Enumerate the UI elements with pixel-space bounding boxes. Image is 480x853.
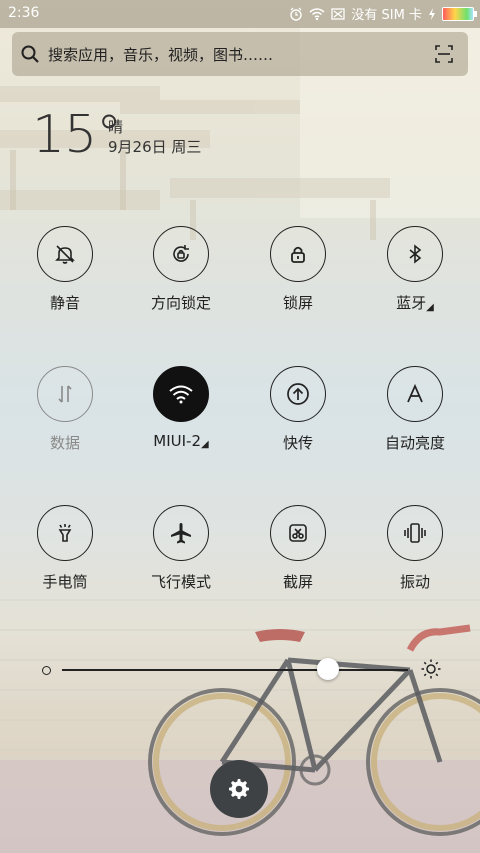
toggle-quick-transfer[interactable]: 快传 [243, 366, 353, 453]
toggle-bluetooth[interactable]: 蓝牙◢ [360, 226, 470, 313]
toggle-label: 振动 [399, 573, 430, 591]
search-bar[interactable]: 搜索应用，音乐，视频，图书…… [12, 32, 468, 76]
scan-icon[interactable] [434, 44, 454, 64]
toggle-airplane-mode[interactable]: 飞行模式 [126, 505, 236, 592]
toggle-label: 锁屏 [282, 294, 313, 312]
weather-condition: 晴 [108, 118, 124, 136]
rotation-lock-icon[interactable] [153, 226, 209, 282]
battery-icon [442, 6, 477, 21]
date-text: 9月26日 周三 [108, 138, 202, 156]
toggle-label: MIUI-2 [153, 432, 202, 450]
brightness-low-icon [42, 666, 51, 675]
toggle-label: 飞行模式 [150, 573, 211, 591]
toggle-rotation-lock[interactable]: 方向锁定 [126, 226, 236, 313]
expand-corner-icon: ◢ [426, 302, 434, 313]
toggle-lock-screen[interactable]: 锁屏 [243, 226, 353, 313]
charging-icon [428, 7, 436, 20]
vibrate-icon[interactable] [387, 505, 443, 561]
expand-corner-icon: ◢ [201, 439, 209, 450]
toggle-label: 自动亮度 [384, 434, 445, 452]
screenshot-icon[interactable] [270, 505, 326, 561]
status-time: 2:36 [8, 5, 40, 21]
toggle-label: 静音 [49, 294, 80, 312]
bluetooth-icon[interactable] [387, 226, 443, 282]
lock-icon[interactable] [270, 226, 326, 282]
toggle-label: 方向锁定 [150, 294, 211, 312]
wifi-icon[interactable] [153, 366, 209, 422]
toggle-label: 快传 [282, 434, 313, 452]
weather-widget[interactable]: 15° 晴 9月26日 周三 [32, 108, 201, 162]
toggle-vibrate[interactable]: 振动 [360, 505, 470, 592]
status-bar: 2:36 没有 SIM 卡 [0, 0, 480, 28]
settings-button[interactable] [210, 760, 268, 818]
upload-icon[interactable] [270, 366, 326, 422]
brightness-track[interactable] [62, 669, 408, 671]
silent-bell-icon[interactable] [37, 226, 93, 282]
toggle-label: 截屏 [282, 573, 313, 591]
search-icon [12, 44, 48, 64]
toggle-label: 数据 [49, 434, 80, 452]
airplane-icon[interactable] [153, 505, 209, 561]
gear-icon [227, 777, 251, 801]
toggle-silent[interactable]: 静音 [10, 226, 120, 313]
brightness-thumb[interactable] [317, 658, 340, 680]
toggle-label: 蓝牙 [396, 294, 427, 312]
auto-brightness-icon[interactable] [387, 366, 443, 422]
toggle-screenshot[interactable]: 截屏 [243, 505, 353, 592]
mobile-data-icon[interactable] [37, 366, 93, 422]
search-input[interactable]: 搜索应用，音乐，视频，图书…… [48, 44, 273, 65]
brightness-slider[interactable] [40, 652, 452, 688]
toggle-label: 手电筒 [42, 573, 88, 591]
flashlight-icon[interactable] [37, 505, 93, 561]
toggle-mobile-data[interactable]: 数据 [10, 366, 120, 453]
carrier-text: 没有 SIM 卡 [351, 8, 422, 23]
wifi-status-icon [309, 7, 325, 20]
toggle-flashlight[interactable]: 手电筒 [10, 505, 120, 592]
brightness-high-icon [420, 658, 442, 680]
alarm-icon [289, 7, 303, 21]
toggle-auto-brightness[interactable]: 自动亮度 [360, 366, 470, 453]
toggle-wifi[interactable]: MIUI-2◢ [126, 366, 236, 450]
no-sim-icon [331, 7, 346, 20]
